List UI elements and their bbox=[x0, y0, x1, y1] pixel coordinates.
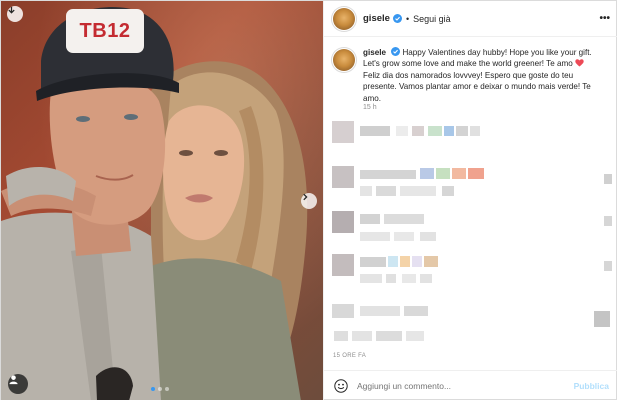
header-separator: • bbox=[405, 13, 410, 24]
blurred-text bbox=[352, 331, 372, 341]
blurred-text bbox=[360, 214, 380, 224]
publish-button[interactable]: Pubblica bbox=[574, 381, 609, 391]
user-tag-icon[interactable] bbox=[8, 374, 28, 394]
follow-status-button[interactable]: Segui già bbox=[413, 14, 451, 24]
blurred-text bbox=[456, 126, 468, 136]
blurred-text bbox=[388, 256, 398, 267]
blurred-avatar bbox=[332, 166, 354, 188]
blurred-text bbox=[406, 331, 424, 341]
blurred-text bbox=[360, 257, 386, 267]
blurred-text bbox=[360, 170, 416, 179]
blurred-text bbox=[360, 186, 372, 196]
avatar[interactable] bbox=[333, 7, 355, 30]
carousel-dot bbox=[158, 387, 162, 391]
blurred-text bbox=[360, 306, 400, 316]
red-heart-icon bbox=[575, 59, 584, 67]
blurred-text bbox=[424, 256, 438, 267]
chevron-right-glyph bbox=[303, 193, 308, 201]
blurred-text bbox=[468, 168, 484, 179]
caption-avatar[interactable] bbox=[333, 49, 355, 71]
blurred-text bbox=[396, 126, 408, 136]
post-timestamp: 15 ORE FA bbox=[333, 353, 367, 359]
post-caption: gisele Happy Valentines day hubby! Hope … bbox=[333, 47, 613, 104]
blurred-like bbox=[604, 261, 612, 271]
blurred-text bbox=[400, 256, 410, 267]
post-modal: TB12 gisele • Segui già ••• gisele Happy… bbox=[0, 0, 617, 400]
verified-badge-icon bbox=[392, 14, 402, 23]
cap-logo-text: TB12 bbox=[79, 19, 131, 42]
blurred-text bbox=[334, 331, 348, 341]
verified-badge-icon bbox=[391, 47, 401, 56]
chevron-right-icon[interactable] bbox=[301, 193, 317, 209]
post-photo[interactable]: TB12 bbox=[1, 1, 323, 400]
post-header: gisele • Segui già ••• bbox=[324, 1, 617, 37]
blurred-text bbox=[470, 126, 480, 136]
blurred-text bbox=[402, 274, 416, 283]
blurred-text bbox=[452, 168, 466, 179]
more-options-icon[interactable]: ••• bbox=[599, 13, 610, 24]
blurred-text bbox=[420, 168, 434, 179]
blurred-text bbox=[442, 186, 454, 196]
blurred-text bbox=[376, 186, 396, 196]
blurred-text bbox=[386, 274, 396, 283]
comment-input[interactable] bbox=[357, 381, 567, 391]
blurred-text bbox=[404, 306, 428, 316]
blurred-comments bbox=[324, 116, 617, 356]
smiley-icon[interactable] bbox=[334, 379, 348, 393]
blurred-like bbox=[594, 311, 610, 327]
blurred-text bbox=[444, 126, 454, 136]
blurred-like bbox=[604, 174, 612, 184]
blurred-text bbox=[394, 232, 414, 241]
blurred-text bbox=[360, 232, 390, 241]
blurred-text bbox=[360, 126, 390, 136]
blurred-text bbox=[384, 214, 424, 224]
header-username[interactable]: gisele bbox=[363, 13, 390, 24]
blurred-text bbox=[400, 186, 436, 196]
blurred-avatar bbox=[332, 254, 354, 276]
cap-logo: TB12 bbox=[66, 9, 144, 53]
blurred-text bbox=[360, 274, 382, 283]
photo-illustration bbox=[1, 6, 308, 400]
blurred-text bbox=[376, 331, 402, 341]
blurred-avatar bbox=[332, 304, 354, 318]
blurred-like bbox=[604, 216, 612, 226]
post-sidebar: gisele • Segui già ••• gisele Happy Vale… bbox=[323, 1, 617, 400]
caption-timestamp: 15 h bbox=[363, 104, 377, 111]
carousel-dot bbox=[151, 387, 155, 391]
blurred-text bbox=[412, 256, 422, 267]
blurred-text bbox=[420, 232, 436, 241]
blurred-avatar bbox=[332, 211, 354, 233]
download-icon[interactable] bbox=[7, 6, 23, 22]
caption-text: gisele Happy Valentines day hubby! Hope … bbox=[363, 47, 607, 104]
caption-line-portuguese: Feliz dia dos namorados lovvvey! Espero … bbox=[363, 70, 591, 103]
blurred-avatar bbox=[332, 121, 354, 143]
caption-username[interactable]: gisele bbox=[363, 48, 386, 57]
blurred-text bbox=[420, 274, 432, 283]
carousel-dots bbox=[151, 387, 169, 391]
blurred-text bbox=[436, 168, 450, 179]
carousel-dot bbox=[165, 387, 169, 391]
blurred-text bbox=[412, 126, 424, 136]
download-icon-glyph bbox=[8, 6, 15, 14]
blurred-text bbox=[428, 126, 442, 136]
comment-bar: Pubblica bbox=[324, 370, 617, 400]
user-tag-glyph bbox=[9, 375, 18, 385]
